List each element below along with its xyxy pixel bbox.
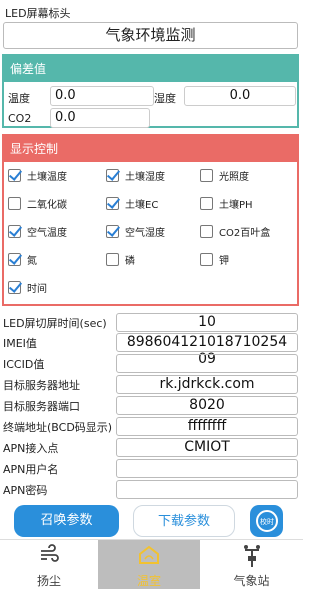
param-label: LED屏切屏时间(sec): [3, 317, 107, 330]
display-checkbox-item[interactable]: 土壤PH: [200, 196, 253, 211]
display-control-title: 显示控制: [4, 136, 297, 162]
param-input[interactable]: [116, 480, 298, 499]
display-checkbox-item[interactable]: 土壤湿度: [106, 168, 165, 183]
display-control-panel: 显示控制 土壤温度 土壤湿度 光照度二氧化碳 土壤EC 土壤PH 空气温度 空气湿度 CO2百…: [2, 134, 299, 306]
nav-item-dust[interactable]: 扬尘: [0, 540, 98, 589]
display-checkbox-label: 钾: [219, 256, 229, 267]
humid-offset-label: 湿度: [154, 92, 176, 105]
nav-label-greenhouse: 温室: [136, 574, 161, 588]
display-checkbox-label: 空气湿度: [125, 228, 165, 239]
display-checkbox-item[interactable]: 土壤温度: [8, 168, 67, 183]
checkbox-checked-icon[interactable]: [8, 253, 21, 266]
display-checkbox-label: 土壤EC: [125, 200, 159, 211]
display-checkbox-label: 光照度: [219, 172, 249, 183]
param-label: 终端地址(BCD码显示): [3, 421, 113, 434]
param-label: ICCID值: [3, 358, 45, 371]
display-checkbox-item[interactable]: 二氧化碳: [8, 196, 67, 211]
display-checkbox-item[interactable]: 空气温度: [8, 224, 67, 239]
display-checkbox-item[interactable]: 钾: [200, 252, 229, 267]
call-params-button[interactable]: 召唤参数: [14, 505, 119, 537]
display-checkbox-item[interactable]: 空气湿度: [106, 224, 165, 239]
display-checkbox-label: 二氧化碳: [27, 200, 67, 211]
display-checkbox-item[interactable]: 氮: [8, 252, 37, 267]
offset-panel: 偏差值 温度 0.0 湿度 0.0 CO2 0.0: [2, 54, 299, 128]
led-header-label: LED屏幕标头: [5, 7, 71, 20]
clock-sync-icon: 校时: [255, 510, 278, 532]
checkbox-unchecked-icon[interactable]: [106, 253, 119, 266]
led-header-input[interactable]: 气象环境监测: [3, 22, 298, 49]
nav-label-dust: 扬尘: [36, 574, 61, 588]
co2-offset-label: CO2: [8, 112, 32, 125]
param-label: APN密码: [3, 484, 48, 497]
param-input[interactable]: 8020: [116, 396, 298, 415]
temp-offset-label: 温度: [8, 92, 30, 105]
checkbox-checked-icon[interactable]: [106, 197, 119, 210]
param-label: 目标服务器地址: [3, 379, 80, 392]
display-checkbox-label: 时间: [27, 284, 47, 295]
weather-station-icon: [243, 545, 260, 567]
nav-label-weather-station: 气象站: [233, 574, 270, 588]
checkbox-checked-icon[interactable]: [8, 169, 21, 182]
nav-item-weather-station[interactable]: 气象站: [200, 540, 303, 589]
param-input[interactable]: 898604121018710254 09: [116, 333, 298, 367]
checkbox-unchecked-icon[interactable]: [200, 253, 213, 266]
display-checkbox-item[interactable]: CO2百叶盒: [200, 224, 270, 239]
display-checkbox-item[interactable]: 光照度: [200, 168, 249, 183]
param-label: 目标服务器端口: [3, 400, 80, 413]
display-checkbox-label: 土壤湿度: [125, 172, 165, 183]
display-checkbox-label: 磷: [125, 256, 135, 267]
display-checkbox-label: CO2百叶盒: [219, 228, 271, 239]
offset-panel-title: 偏差值: [4, 56, 297, 82]
checkbox-unchecked-icon[interactable]: [200, 225, 213, 238]
nav-item-greenhouse[interactable]: 温室: [98, 540, 200, 589]
checkbox-unchecked-icon[interactable]: [200, 169, 213, 182]
display-checkbox-item[interactable]: 磷: [106, 252, 135, 267]
param-label: APN用户名: [3, 463, 59, 476]
display-checkbox-item[interactable]: 土壤EC: [106, 196, 158, 211]
humid-offset-input[interactable]: 0.0: [184, 86, 296, 106]
param-input[interactable]: CMIOT: [116, 438, 298, 457]
checkbox-checked-icon[interactable]: [106, 225, 119, 238]
co2-offset-input[interactable]: 0.0: [50, 108, 150, 128]
param-input[interactable]: rk.jdrkck.com: [116, 375, 298, 394]
display-checkbox-label: 土壤PH: [219, 200, 253, 211]
checkbox-checked-icon[interactable]: [8, 281, 21, 294]
param-input[interactable]: 10: [116, 313, 298, 332]
param-input[interactable]: [116, 459, 298, 478]
checkbox-checked-icon[interactable]: [8, 225, 21, 238]
bottom-nav: 扬尘 温室 气象站: [0, 539, 303, 589]
download-params-button[interactable]: 下载参数: [133, 505, 235, 537]
wind-icon: [41, 544, 59, 562]
greenhouse-icon: [139, 545, 159, 564]
param-input[interactable]: [116, 354, 298, 373]
checkbox-unchecked-icon[interactable]: [200, 197, 213, 210]
checkbox-checked-icon[interactable]: [106, 169, 119, 182]
display-checkbox-label: 氮: [27, 256, 37, 267]
param-input[interactable]: ffffffff: [116, 417, 298, 436]
display-checkbox-item[interactable]: 时间: [8, 280, 47, 295]
checkbox-unchecked-icon[interactable]: [8, 197, 21, 210]
temp-offset-input[interactable]: 0.0: [50, 86, 154, 106]
param-label: APN接入点: [3, 442, 59, 455]
time-sync-button[interactable]: 校时: [250, 505, 283, 537]
time-sync-text: 校时: [260, 517, 274, 526]
param-label: IMEI值: [3, 337, 37, 350]
display-checkbox-label: 空气温度: [27, 228, 67, 239]
display-checkbox-label: 土壤温度: [27, 172, 67, 183]
